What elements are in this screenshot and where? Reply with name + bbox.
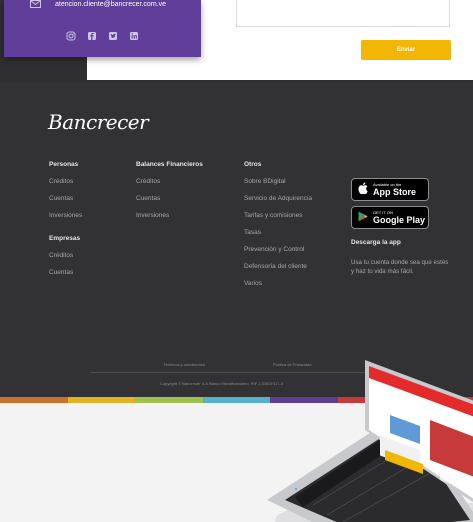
footer-col-personas: Personas Créditos Cuentas Inversiones Em… xyxy=(49,161,82,286)
message-textarea[interactable] xyxy=(236,0,450,27)
footer-heading-otros: Otros xyxy=(244,161,262,168)
footer-link[interactable]: Créditos xyxy=(136,178,203,185)
laptop-illustration xyxy=(255,360,473,522)
envelope-icon xyxy=(30,0,41,10)
footer-heading-personas: Personas xyxy=(49,161,79,168)
google-play-badge[interactable]: GET IT ON Google Play xyxy=(351,206,429,229)
footer-link[interactable]: Tasas xyxy=(244,229,312,236)
app-store-badge[interactable]: Available on the App Store xyxy=(351,178,429,201)
footer-heading-balances: Balances Financieros xyxy=(136,161,203,168)
stripe xyxy=(135,397,203,403)
google-play-text: Google Play xyxy=(373,214,426,225)
footer-link[interactable]: Sobre BDigital xyxy=(244,178,312,185)
footer-link[interactable]: Defensoría del cliente xyxy=(244,263,312,270)
stripe xyxy=(67,397,136,403)
footer-link[interactable]: Inversiones xyxy=(49,212,82,219)
footer-heading-empresas: Empresas xyxy=(49,235,81,242)
twitter-icon[interactable] xyxy=(108,28,118,40)
footer-link[interactable]: Varios xyxy=(244,280,312,287)
footer-link[interactable]: Cuentas xyxy=(49,269,82,276)
footer-link[interactable]: Cuentas xyxy=(136,195,203,202)
bancrecer-logo[interactable]: Bancrecer xyxy=(48,110,149,134)
app-download-title: Descarga la app xyxy=(351,239,401,246)
stripe xyxy=(0,397,68,403)
footer-link[interactable]: Prevención y Control xyxy=(244,246,312,253)
send-button[interactable]: Enviar xyxy=(361,40,451,60)
app-store-text: App Store xyxy=(373,186,417,197)
footer-link[interactable]: Tarifas y comisiones xyxy=(244,212,312,219)
footer-col-balances: Balances Financieros Créditos Cuentas In… xyxy=(136,161,203,229)
site-footer: Bancrecer Personas Créditos Cuentas Inve… xyxy=(0,82,473,400)
contact-card: atencion.cliente@bancrecer.com.ve xyxy=(4,0,201,57)
instagram-icon[interactable] xyxy=(66,28,76,41)
terms-link[interactable]: Términos y condiciones xyxy=(163,362,205,367)
linkedin-icon[interactable] xyxy=(129,28,139,40)
footer-link[interactable]: Servicio de Adquirencia xyxy=(244,195,312,202)
apple-icon xyxy=(358,181,368,199)
facebook-icon[interactable] xyxy=(87,28,97,40)
social-links xyxy=(66,28,139,41)
footer-link[interactable]: Cuentas xyxy=(49,195,82,202)
footer-link[interactable]: Créditos xyxy=(49,178,82,185)
footer-link[interactable]: Inversiones xyxy=(136,212,203,219)
footer-col-otros: Otros Sobre BDigital Servicio de Adquire… xyxy=(244,161,312,297)
app-download-text: Usa tu cuenta donde sea que estés y haz … xyxy=(351,259,449,275)
footer-link[interactable]: Créditos xyxy=(49,252,82,259)
google-play-icon xyxy=(358,209,368,227)
contact-email[interactable]: atencion.cliente@bancrecer.com.ve xyxy=(55,1,166,8)
email-row: atencion.cliente@bancrecer.com.ve xyxy=(30,0,166,9)
